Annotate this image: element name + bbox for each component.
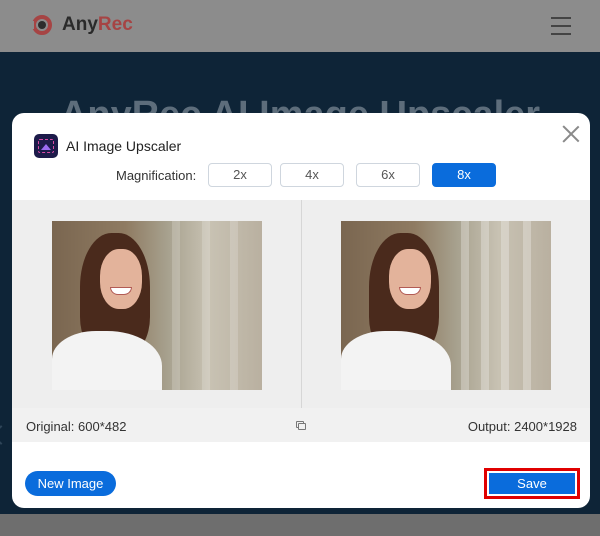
magnification-2x-button[interactable]: 2x [208,163,272,187]
magnification-label: Magnification: [116,168,197,183]
magnification-4x-button[interactable]: 4x [280,163,344,187]
original-image [52,221,262,390]
output-size-label: Output: 2400*1928 [467,419,577,434]
comparison-area [12,200,590,408]
page-footer-band [0,514,600,536]
menu-icon[interactable] [551,17,571,35]
magnification-8x-button[interactable]: 8x [432,163,496,187]
save-button[interactable]: Save [489,473,575,494]
logo-text-any: Any [62,14,98,35]
site-header: AnyRec [0,0,600,52]
new-image-button[interactable]: New Image [25,471,116,496]
magnification-6x-button[interactable]: 6x [356,163,420,187]
compare-icon[interactable] [296,421,306,431]
comparison-divider[interactable] [301,200,302,408]
upscaler-dialog: AI Image Upscaler Magnification: 2x 4x 6… [12,113,590,508]
original-size-label: Original: 600*482 [26,419,127,434]
anyrec-logo-icon [28,13,54,37]
output-image [341,221,551,390]
anyrec-logo[interactable]: AnyRec [28,13,133,37]
dialog-title: AI Image Upscaler [66,138,182,154]
logo-text-rec: Rec [97,14,133,35]
app-icon [34,134,58,158]
close-icon[interactable] [560,123,582,145]
chevron-left-icon[interactable] [0,425,11,445]
size-info-bar: Original: 600*482 Output: 2400*1928 [12,408,590,442]
logo-text: AnyRec [62,14,133,36]
